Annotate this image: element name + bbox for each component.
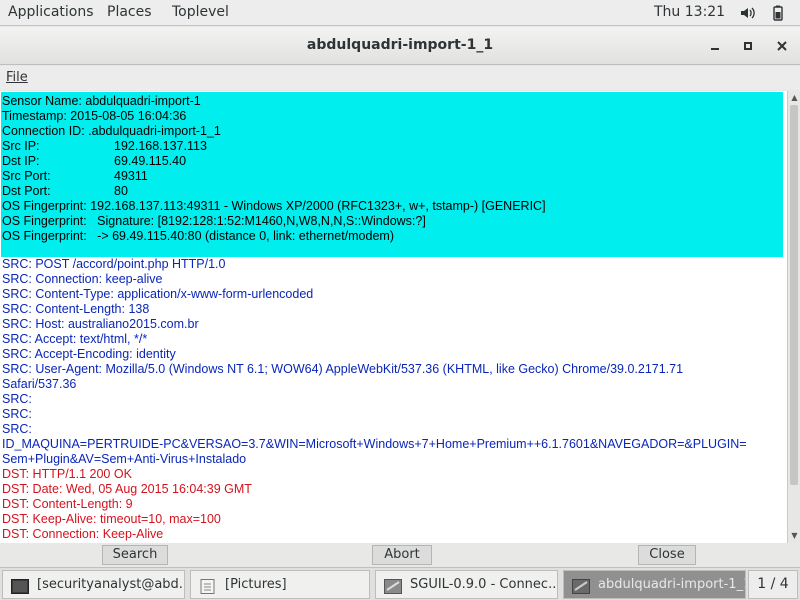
file-menu[interactable]: File xyxy=(6,70,28,85)
connection-id: Connection ID: .abdulquadri-import-1_1 xyxy=(2,124,221,138)
dst-port-value: 80 xyxy=(114,184,128,198)
scroll-down-icon[interactable]: ▼ xyxy=(790,531,799,540)
task-label: abdulquadri-import-1_1 xyxy=(598,577,746,592)
scroll-up-icon[interactable]: ▲ xyxy=(790,93,799,102)
terminal-icon xyxy=(11,577,29,594)
task-transcript[interactable]: abdulquadri-import-1_1 xyxy=(563,570,746,599)
file-manager-icon xyxy=(199,577,217,594)
src-line: Sem+Plugin&AV=Sem+Anti-Virus+Instalado xyxy=(2,452,247,466)
close-button[interactable]: Close xyxy=(638,545,696,565)
dst-ip-label: Dst IP: xyxy=(2,154,40,168)
src-line: SRC: xyxy=(2,392,32,406)
dst-ip-row: Dst IP: 69.49.115.40 xyxy=(2,154,783,169)
menubar: File xyxy=(0,66,800,90)
dst-line: DST: Connection: Keep-Alive xyxy=(2,527,164,541)
dst-ip-value: 69.49.115.40 xyxy=(114,154,187,168)
src-line: ID_MAQUINA=PERTRUIDE-PC&VERSAO=3.7&WIN=M… xyxy=(2,437,747,451)
dst-line: DST: HTTP/1.1 200 OK xyxy=(2,467,132,481)
src-line: SRC: Content-Length: 138 xyxy=(2,302,150,316)
src-ip-label: Src IP: xyxy=(2,139,40,153)
timestamp: Timestamp: 2015-08-05 16:04:36 xyxy=(2,109,187,123)
task-label: [securityanalyst@abd... xyxy=(37,577,185,592)
session-header: Sensor Name: abdulquadri-import-1 Timest… xyxy=(1,92,783,257)
toplevel-menu[interactable]: Toplevel xyxy=(172,4,229,20)
dst-port-label: Dst Port: xyxy=(2,184,51,198)
src-line: SRC: xyxy=(2,422,32,436)
src-line: SRC: Host: australiano2015.com.br xyxy=(2,317,199,331)
window-title: abdulquadri-import-1_1 xyxy=(306,37,494,53)
os-fingerprint-2: OS Fingerprint: Signature: [8192:128:1:5… xyxy=(2,214,426,228)
task-label: [Pictures] xyxy=(225,577,287,592)
task-pictures[interactable]: [Pictures] xyxy=(190,570,370,599)
src-line: SRC: Connection: keep-alive xyxy=(2,272,163,286)
volume-icon[interactable] xyxy=(740,5,756,21)
applications-menu[interactable]: Applications xyxy=(8,4,94,20)
abort-button[interactable]: Abort xyxy=(372,545,432,565)
src-line: SRC: Accept-Encoding: identity xyxy=(2,347,176,361)
src-port-label: Src Port: xyxy=(2,169,51,183)
os-fingerprint-1: OS Fingerprint: 192.168.137.113:49311 - … xyxy=(2,199,546,213)
maximize-icon[interactable] xyxy=(739,37,757,55)
scrollbar-thumb[interactable] xyxy=(790,105,798,485)
window-icon xyxy=(384,577,402,594)
transcript-lines: SRC: POST /accord/point.php HTTP/1.0 SRC:… xyxy=(2,257,784,542)
dst-port-row: Dst Port: 80 xyxy=(2,184,783,199)
src-ip-row: Src IP: 192.168.137.113 xyxy=(2,139,783,154)
src-port-row: Src Port: 49311 xyxy=(2,169,783,184)
window-titlebar[interactable]: abdulquadri-import-1_1 xyxy=(0,27,800,65)
src-line: SRC: xyxy=(2,407,32,421)
battery-icon[interactable] xyxy=(770,5,786,21)
src-line: SRC: Accept: text/html, */* xyxy=(2,332,148,346)
task-terminal[interactable]: [securityanalyst@abd... xyxy=(2,570,185,599)
transcript-text[interactable]: Sensor Name: abdulquadri-import-1 Timest… xyxy=(0,91,787,543)
search-button[interactable]: Search xyxy=(102,545,168,565)
close-icon[interactable] xyxy=(773,37,791,55)
window-list: [securityanalyst@abd... [Pictures] SGUIL… xyxy=(0,567,800,600)
task-sguil[interactable]: SGUIL-0.9.0 - Connec... xyxy=(375,570,558,599)
src-line: Safari/537.36 xyxy=(2,377,77,391)
sensor-name: Sensor Name: abdulquadri-import-1 xyxy=(2,94,201,108)
workspace-switcher[interactable]: 1 / 4 xyxy=(748,570,798,599)
clock[interactable]: Thu 13:21 xyxy=(654,4,725,20)
window-icon xyxy=(572,577,590,594)
vertical-scrollbar[interactable]: ▲ ▼ xyxy=(787,91,800,543)
dst-line: DST: Date: Wed, 05 Aug 2015 16:04:39 GMT xyxy=(2,482,252,496)
dst-line: DST: Keep-Alive: timeout=10, max=100 xyxy=(2,512,221,526)
src-port-value: 49311 xyxy=(114,169,148,183)
os-fingerprint-3: OS Fingerprint: -> 69.49.115.40:80 (dist… xyxy=(2,229,394,243)
src-line: SRC: Content-Type: application/x-www-for… xyxy=(2,287,314,301)
transcript-window: abdulquadri-import-1_1 File Sensor Name:… xyxy=(0,27,800,567)
src-ip-value: 192.168.137.113 xyxy=(114,139,207,153)
minimize-icon[interactable] xyxy=(706,37,724,55)
task-label: SGUIL-0.9.0 - Connec... xyxy=(410,577,558,592)
places-menu[interactable]: Places xyxy=(107,4,152,20)
top-panel: Applications Places Toplevel Thu 13:21 xyxy=(0,0,800,26)
dst-line: DST: Content-Length: 9 xyxy=(2,497,133,511)
button-bar: Search Abort Close xyxy=(0,543,800,567)
src-line: SRC: POST /accord/point.php HTTP/1.0 xyxy=(2,257,226,271)
src-line: SRC: User-Agent: Mozilla/5.0 (Windows NT… xyxy=(2,362,684,376)
